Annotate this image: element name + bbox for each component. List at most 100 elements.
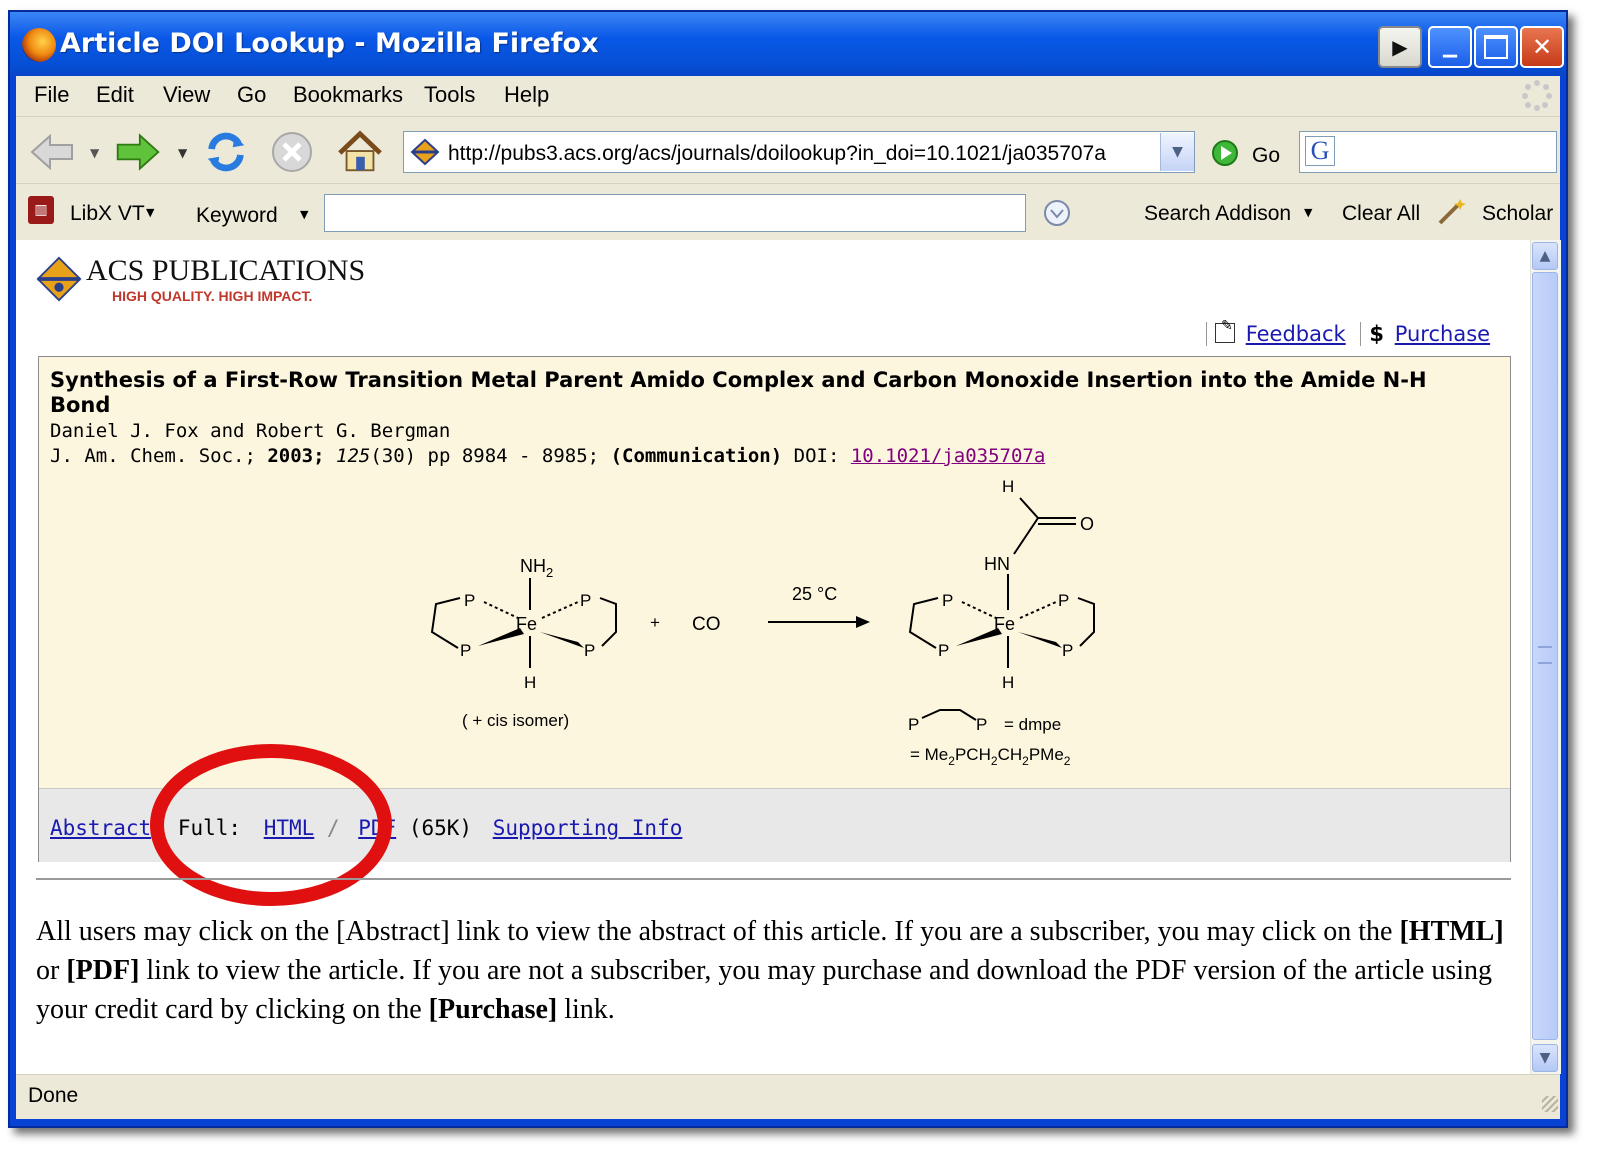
scheme-h-label: H bbox=[524, 673, 536, 692]
keyword-dropdown-icon[interactable]: ▼ bbox=[300, 208, 308, 221]
menu-help[interactable]: Help bbox=[504, 82, 549, 108]
abstract-link[interactable]: Abstract bbox=[50, 816, 151, 840]
url-text[interactable]: http://pubs3.acs.org/acs/journals/doiloo… bbox=[448, 142, 1106, 166]
window-title: Article DOI Lookup - Mozilla Firefox bbox=[60, 28, 599, 59]
status-text: Done bbox=[28, 1084, 79, 1107]
go-button[interactable]: Go bbox=[1252, 144, 1280, 168]
forward-dropdown-icon[interactable]: ▼ bbox=[178, 146, 187, 160]
scheme-p-label: P bbox=[464, 591, 475, 610]
info-purchase-bold: [Purchase] bbox=[428, 994, 558, 1025]
article-type: (Communication) bbox=[610, 445, 783, 467]
resize-grip-icon[interactable] bbox=[1542, 1096, 1558, 1112]
menu-go[interactable]: Go bbox=[237, 82, 266, 108]
scheme-p-label: P bbox=[942, 591, 953, 610]
menu-file[interactable]: File bbox=[34, 82, 69, 108]
acs-publications-title: ACS PUBLICATIONS bbox=[86, 254, 366, 287]
scheme-p-label: P bbox=[1062, 641, 1073, 660]
info-html-bold: [HTML] bbox=[1399, 916, 1504, 947]
info-text: link. bbox=[557, 994, 615, 1025]
back-icon[interactable] bbox=[28, 128, 76, 176]
feedback-purchase-links: ✎ Feedback $ Purchase bbox=[1206, 318, 1490, 352]
acs-logo-icon bbox=[36, 256, 82, 302]
scheme-p-label: P bbox=[1058, 591, 1069, 610]
journal-name: J. Am. Chem. Soc.; bbox=[50, 445, 256, 467]
reload-icon[interactable] bbox=[202, 128, 250, 176]
scheme-p-label: P bbox=[584, 641, 595, 660]
purchase-dollar-icon: $ bbox=[1360, 322, 1385, 346]
article-citation: J. Am. Chem. Soc.; 2003; 125(30) pp 8984… bbox=[50, 445, 1045, 467]
horizontal-rule bbox=[36, 878, 1511, 880]
article-volume: 125 bbox=[336, 445, 371, 467]
minimize-button[interactable]: ▁ bbox=[1428, 26, 1472, 68]
libx-dropdown-icon[interactable]: ▼ bbox=[146, 206, 154, 219]
forward-icon[interactable] bbox=[114, 128, 162, 176]
scheme-hn-label: HN bbox=[984, 554, 1010, 574]
feedback-link[interactable]: Feedback bbox=[1246, 322, 1346, 346]
menu-edit[interactable]: Edit bbox=[96, 82, 134, 108]
scroll-down-icon[interactable]: ▼ bbox=[1532, 1044, 1558, 1072]
status-bar bbox=[16, 1074, 1560, 1119]
keyword-input[interactable] bbox=[324, 194, 1026, 232]
scheme-nh2-label: NH2 bbox=[520, 556, 553, 580]
search-addison-dropdown-icon[interactable]: ▼ bbox=[1304, 206, 1312, 219]
feedback-pencil-icon: ✎ bbox=[1206, 318, 1242, 346]
menu-view[interactable]: View bbox=[163, 82, 210, 108]
back-dropdown-icon[interactable]: ▼ bbox=[90, 146, 99, 160]
play-icon[interactable]: ▶ bbox=[1378, 26, 1422, 68]
scholar-button[interactable]: Scholar bbox=[1482, 202, 1553, 226]
scheme-o-label: O bbox=[1080, 514, 1094, 534]
scheme-cis-isomer-note: ( + cis isomer) bbox=[462, 711, 569, 730]
scheme-h-label: H bbox=[1002, 477, 1014, 496]
scroll-up-icon[interactable]: ▲ bbox=[1532, 242, 1558, 270]
info-text: All users may click on the [Abstract] li… bbox=[36, 916, 1400, 947]
throbber-icon bbox=[1522, 80, 1552, 111]
scheme-p-label: P bbox=[908, 715, 919, 734]
scheme-h-label: H bbox=[1002, 673, 1014, 692]
scrollbar-grip-icon bbox=[1538, 646, 1552, 664]
keyword-label[interactable]: Keyword bbox=[196, 204, 278, 228]
libx-logo-icon: ▥ bbox=[28, 196, 54, 224]
access-info-paragraph: All users may click on the [Abstract] li… bbox=[36, 912, 1516, 1029]
scheme-dmpe-label: = dmpe bbox=[1004, 715, 1061, 734]
annotation-circle bbox=[150, 744, 392, 906]
article-title: Synthesis of a First-Row Transition Meta… bbox=[50, 368, 1427, 417]
search-addison-button[interactable]: Search Addison bbox=[1144, 202, 1291, 226]
firefox-icon bbox=[22, 28, 56, 62]
doi-link[interactable]: 10.1021/ja035707a bbox=[851, 445, 1045, 467]
scheme-p-label: P bbox=[938, 641, 949, 660]
article-year: 2003; bbox=[267, 445, 325, 467]
scheme-p-label: P bbox=[580, 591, 591, 610]
info-text: or bbox=[36, 955, 67, 986]
libx-search-icon[interactable] bbox=[1042, 198, 1072, 228]
doi-label: DOI: bbox=[793, 445, 840, 467]
maximize-button[interactable] bbox=[1474, 26, 1518, 68]
article-authors: Daniel J. Fox and Robert G. Bergman bbox=[50, 420, 451, 442]
go-icon[interactable] bbox=[1210, 138, 1240, 168]
scheme-p-label: P bbox=[976, 715, 987, 734]
scheme-fe-label: Fe bbox=[516, 614, 537, 634]
supporting-info-link[interactable]: Supporting Info bbox=[493, 816, 683, 840]
close-button[interactable]: ✕ bbox=[1520, 26, 1564, 68]
google-search-icon[interactable]: G bbox=[1305, 136, 1335, 166]
url-dropdown-icon[interactable]: ▼ bbox=[1160, 133, 1194, 171]
acs-tagline: HIGH QUALITY. HIGH IMPACT. bbox=[112, 288, 313, 304]
info-pdf-bold: [PDF] bbox=[66, 955, 140, 986]
reaction-scheme: NH2 Fe P P P P H ( + cis isomer) + CO 25… bbox=[430, 477, 1095, 768]
clear-all-button[interactable]: Clear All bbox=[1342, 202, 1420, 226]
scheme-dmpe-formula: = Me2PCH2CH2PMe2 bbox=[910, 745, 1071, 768]
menu-tools[interactable]: Tools bbox=[424, 82, 475, 108]
libx-menu-label[interactable]: LibX VT bbox=[70, 202, 145, 226]
scholar-wand-icon[interactable] bbox=[1436, 196, 1468, 226]
info-text: link to view the article. If you are not… bbox=[36, 955, 1493, 1025]
menu-bookmarks[interactable]: Bookmarks bbox=[293, 82, 403, 108]
home-icon[interactable] bbox=[336, 128, 384, 176]
scheme-fe-label: Fe bbox=[994, 614, 1015, 634]
article-issue-pages: (30) pp 8984 - 8985; bbox=[370, 445, 600, 467]
purchase-link[interactable]: Purchase bbox=[1395, 322, 1490, 346]
search-input[interactable] bbox=[1299, 131, 1557, 173]
stop-icon[interactable] bbox=[268, 128, 316, 176]
pdf-size: (65K) bbox=[408, 816, 473, 840]
scheme-p-label: P bbox=[460, 641, 471, 660]
scheme-co-label: CO bbox=[692, 614, 721, 635]
scheme-plus: + bbox=[650, 613, 660, 632]
